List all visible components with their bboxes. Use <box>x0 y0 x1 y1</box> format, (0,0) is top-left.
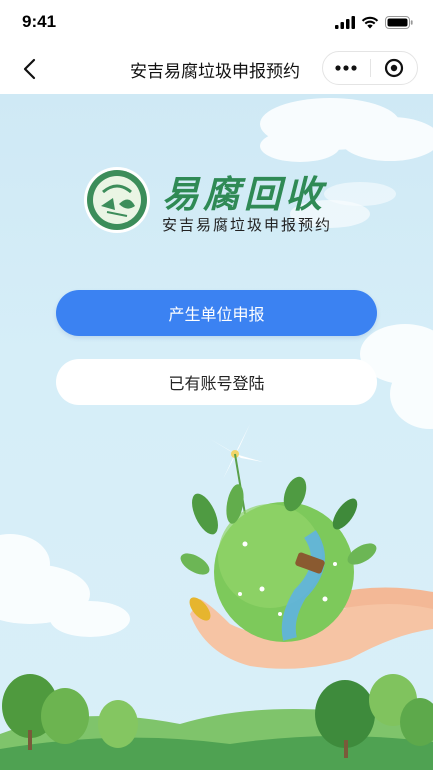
account-login-button[interactable]: 已有账号登陆 <box>56 359 377 405</box>
status-bar: 9:41 <box>0 0 433 44</box>
signal-icon <box>335 15 355 29</box>
logo-title: 易腐回收 <box>162 173 326 216</box>
close-button[interactable] <box>370 52 417 84</box>
status-icons <box>335 15 413 29</box>
close-circle-icon <box>384 58 403 78</box>
unit-declare-button[interactable]: 产生单位申报 <box>56 290 377 336</box>
main-scene: 易腐回收 安吉易腐垃圾申报预约 产生单位申报 已有账号登陆 <box>0 94 433 770</box>
nav-bar: 安吉易腐垃圾申报预约 <box>0 44 433 94</box>
back-button[interactable] <box>12 52 46 86</box>
back-icon <box>23 58 36 80</box>
more-button[interactable] <box>323 52 370 84</box>
wifi-icon <box>361 16 379 28</box>
status-time: 9:41 <box>22 12 57 31</box>
more-icon <box>335 65 357 71</box>
mini-program-capsule <box>322 51 418 85</box>
app-logo: 易腐回收 安吉易腐垃圾申报预约 <box>82 162 382 242</box>
battery-icon <box>385 15 413 29</box>
page-title: 安吉易腐垃圾申报预约 <box>130 62 300 82</box>
logo-subtitle: 安吉易腐垃圾申报预约 <box>162 216 333 234</box>
